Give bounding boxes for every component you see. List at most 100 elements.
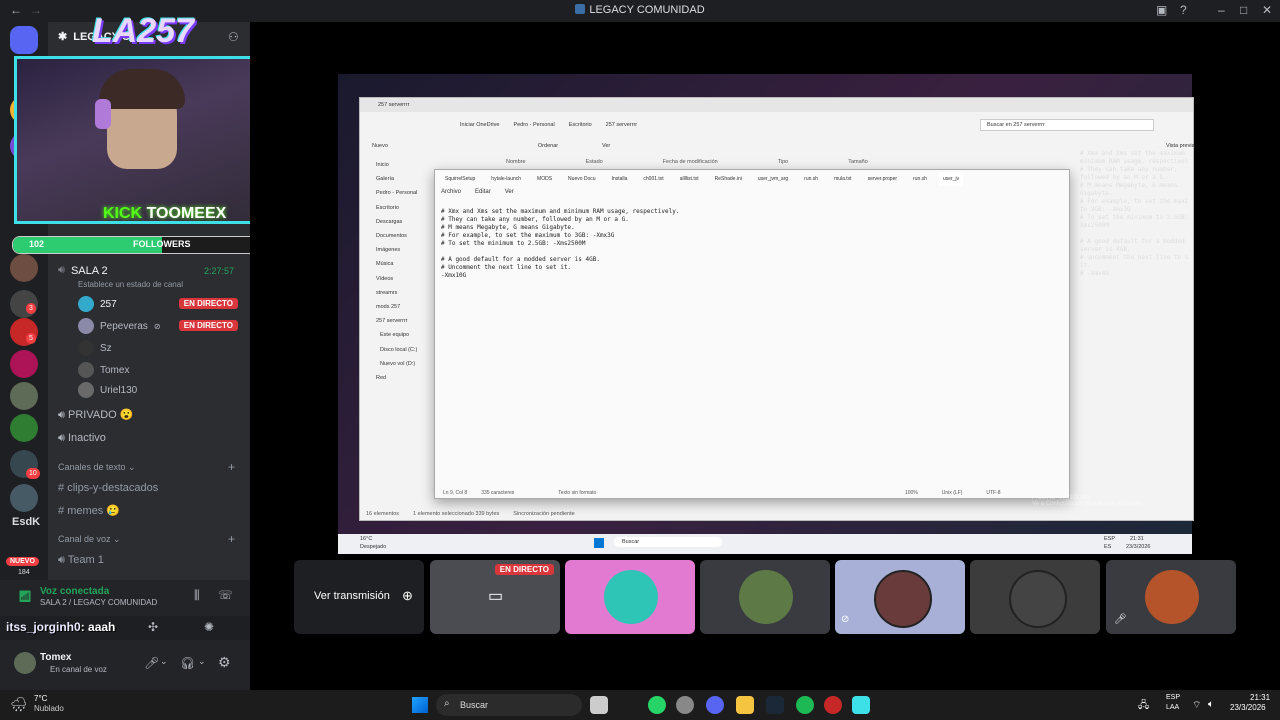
minimize-icon[interactable]: –: [1218, 3, 1225, 17]
nav-item[interactable]: 257 serverrrr: [376, 318, 407, 324]
inner-search[interactable]: Buscar: [614, 537, 722, 547]
text-channel-clips[interactable]: # clips-y-destacados: [58, 482, 158, 494]
voice-connected-label[interactable]: Voz conectada: [40, 586, 109, 597]
menu-view[interactable]: Ver: [505, 189, 514, 195]
explorer-search[interactable]: Buscar en 257 serverrrr: [980, 119, 1154, 131]
channel-status[interactable]: Establece un estado de canal: [78, 280, 183, 289]
whatsapp-icon[interactable]: [648, 696, 666, 714]
explorer-tab[interactable]: 257 serverrrr: [378, 102, 409, 108]
spotify-icon[interactable]: [796, 696, 814, 714]
menu-file[interactable]: Archivo: [441, 189, 461, 195]
server-icon[interactable]: [10, 414, 38, 442]
windows-start-icon[interactable]: [412, 697, 428, 713]
steam-icon[interactable]: [766, 696, 784, 714]
nav-item[interactable]: Música: [376, 261, 393, 267]
nav-item[interactable]: Disco local (C:): [380, 347, 417, 353]
participant-tile[interactable]: 🎤︎: [1106, 560, 1236, 634]
nav-item[interactable]: Vídeos: [376, 276, 393, 282]
headphones-icon[interactable]: 🎧︎: [180, 656, 195, 670]
taskbar-time[interactable]: 21:31: [1250, 693, 1270, 702]
sort-button[interactable]: Ordenar: [538, 143, 558, 149]
discord-icon[interactable]: [706, 696, 724, 714]
microphone-icon[interactable]: 🎤︎: [144, 656, 159, 670]
weather-temp[interactable]: 7°C: [34, 694, 47, 703]
app-icon[interactable]: [852, 696, 870, 714]
preview-button[interactable]: Vista previa: [1166, 143, 1195, 149]
taskbar-date[interactable]: 23/3/2026: [1230, 703, 1266, 712]
discord-home-icon[interactable]: [10, 26, 38, 54]
activities-icon[interactable]: ✣: [148, 620, 158, 634]
noise-suppression-icon[interactable]: ⫼: [194, 588, 200, 603]
taskbar-region[interactable]: LAA: [1166, 704, 1179, 711]
server-icon[interactable]: [10, 350, 38, 378]
server-icon[interactable]: [10, 484, 38, 512]
nav-item[interactable]: Descargas: [376, 219, 402, 225]
nav-item[interactable]: Este equipo: [380, 332, 409, 338]
participant-tile[interactable]: [970, 560, 1100, 634]
taskbar-lang[interactable]: ESP: [1166, 694, 1180, 701]
wifi-icon[interactable]: ⌔: [1192, 699, 1201, 712]
menu-edit[interactable]: Editar: [475, 189, 491, 195]
add-channel-icon[interactable]: +: [228, 532, 235, 546]
notepad-tab[interactable]: run.sh: [909, 172, 931, 186]
add-channel-icon[interactable]: +: [228, 460, 235, 474]
text-channel-memes[interactable]: # memes 🥲: [58, 504, 120, 517]
nav-item[interactable]: streamrs: [376, 290, 397, 296]
chevron-down-icon[interactable]: ⌄: [198, 656, 206, 667]
voice-connected-channel[interactable]: SALA 2 / LEGACY COMUNIDAD: [40, 598, 157, 607]
network-icon[interactable]: 🖧︎: [1138, 698, 1149, 715]
notepad-tab[interactable]: MODS: [533, 172, 556, 186]
chevron-down-icon[interactable]: ⌄: [160, 656, 168, 667]
voice-user[interactable]: Uriel130: [78, 380, 137, 400]
voice-user[interactable]: Sz: [78, 338, 112, 358]
notepad-tab[interactable]: server.proper: [864, 172, 901, 186]
participant-tile[interactable]: [700, 560, 830, 634]
add-member-icon[interactable]: ⚇: [228, 30, 239, 44]
nav-item[interactable]: Documentos: [376, 233, 407, 239]
category-voice[interactable]: Canal de voz ⌄: [58, 534, 121, 545]
avatar[interactable]: [14, 652, 36, 674]
inbox-icon[interactable]: ▣: [1156, 3, 1167, 17]
view-button[interactable]: Ver: [602, 143, 610, 149]
notepad-tab[interactable]: SquirrelSetup: [441, 172, 479, 186]
notepad-tab[interactable]: run.sh: [800, 172, 822, 186]
server-icon[interactable]: [10, 254, 38, 282]
participant-tile[interactable]: [565, 560, 695, 634]
notepad-text[interactable]: # Xmx and Xms set the maximum and minimu…: [441, 208, 679, 280]
nav-item[interactable]: Galería: [376, 176, 394, 182]
nav-item[interactable]: Inicio: [376, 162, 389, 168]
nav-item[interactable]: Escritorio: [376, 205, 399, 211]
notepad-tab[interactable]: ReShade.ini: [711, 172, 746, 186]
notepad-tab[interactable]: user_jv: [938, 172, 964, 186]
opera-icon[interactable]: [824, 696, 842, 714]
nav-item[interactable]: Red: [376, 375, 386, 381]
maximize-icon[interactable]: □: [1240, 3, 1247, 17]
notepad-tab[interactable]: user_jvm_arg: [754, 172, 792, 186]
stream-tile-live[interactable]: EN DIRECTO ▭: [430, 560, 560, 634]
nav-item[interactable]: Imágenes: [376, 247, 400, 253]
task-view-icon[interactable]: [590, 696, 608, 714]
notepad-tab[interactable]: mula.txt: [830, 172, 856, 186]
notepad-tab[interactable]: hytale-launch: [487, 172, 525, 186]
view-stream-button[interactable]: Ver transmisión: [314, 590, 390, 602]
new-button[interactable]: Nuevo: [372, 143, 388, 149]
voice-channel-team1[interactable]: 🔊︎ Team 1: [58, 554, 104, 567]
volume-icon[interactable]: 🔈︎: [1208, 699, 1214, 710]
nav-item[interactable]: Pedro - Personal: [376, 190, 417, 196]
soundboard-icon[interactable]: ✺: [204, 620, 214, 634]
voice-user[interactable]: Tomex: [78, 360, 129, 380]
file-explorer-icon[interactable]: [736, 696, 754, 714]
taskbar-search[interactable]: ⌕ Buscar: [436, 694, 582, 716]
participant-tile[interactable]: ⊘: [835, 560, 965, 634]
notepad-tab[interactable]: allllist.txt: [676, 172, 703, 186]
server-label[interactable]: EsdK: [12, 516, 40, 528]
weather-desc[interactable]: Nublado: [34, 704, 64, 713]
disconnect-icon[interactable]: ☏: [218, 588, 233, 602]
popout-icon[interactable]: ⊕: [402, 588, 413, 604]
voice-channel-privado[interactable]: 🔊︎ PRIVADO 😮: [58, 408, 133, 422]
server-icon[interactable]: [10, 382, 38, 410]
notepad-tab[interactable]: Installa: [608, 172, 632, 186]
category-text-channels[interactable]: Canales de texto ⌄: [58, 462, 136, 473]
voice-user[interactable]: 257: [78, 294, 117, 314]
help-icon[interactable]: ?: [1180, 3, 1187, 17]
